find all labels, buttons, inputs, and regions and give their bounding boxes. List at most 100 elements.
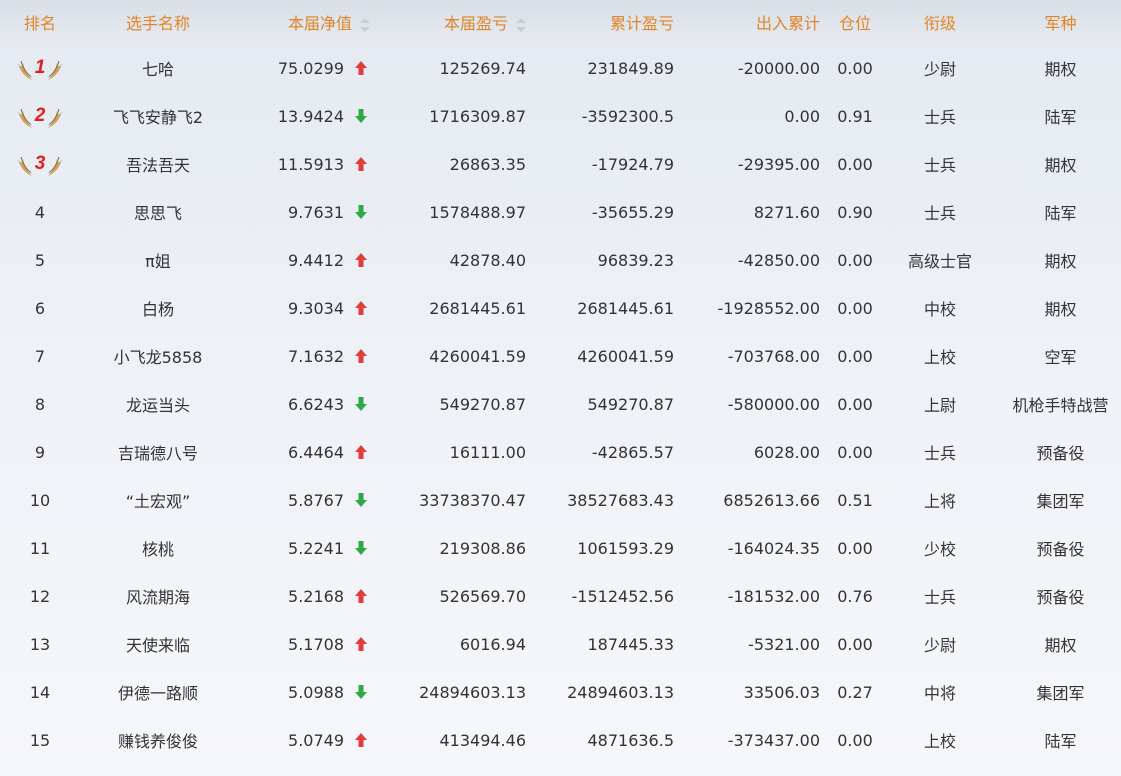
position-cell: 0.27: [837, 682, 873, 702]
nav-value: 7.1632: [288, 346, 344, 366]
cum-pnl-cell: -17924.79: [591, 154, 674, 174]
player-name[interactable]: 核桃: [80, 524, 236, 572]
table-header: 排名 选手名称 本届净值 本届盈亏 累计盈亏 出入累计 仓位 衔级 军种: [0, 0, 1121, 44]
flow-cell: -181532.00: [727, 586, 820, 606]
branch-cell: 期权: [1044, 156, 1077, 175]
table-row[interactable]: 10 “土宏观” 5.8767 33738370.47 38527683.43 68526…: [0, 476, 1121, 524]
nav-cell: 9.4412: [236, 236, 376, 284]
arrow-down-icon: [355, 540, 367, 555]
col-branch: 军种: [1044, 14, 1077, 33]
title-cell: 高级士官: [907, 252, 972, 271]
branch-cell: 集团军: [1036, 492, 1085, 511]
player-name[interactable]: 七哈: [80, 44, 236, 92]
table-row[interactable]: 12 风流期海 5.2168 526569.70 -1512452.56 -181532.…: [0, 572, 1121, 620]
col-pnl-sortable[interactable]: 本届盈亏: [376, 0, 536, 44]
player-name[interactable]: 龙运当头: [80, 380, 236, 428]
nav-value: 9.7631: [288, 202, 344, 222]
title-cell: 少尉: [923, 60, 956, 79]
branch-cell: 机枪手特战营: [1012, 396, 1109, 415]
table-row[interactable]: 6 白杨 9.3034 2681445.61 2681445.61 -1928552.00…: [0, 284, 1121, 332]
col-nav-sortable[interactable]: 本届净值: [236, 0, 376, 44]
flow-cell: -42850.00: [737, 250, 820, 270]
title-cell: 士兵: [923, 444, 956, 463]
flow-cell: -164024.35: [727, 538, 820, 558]
position-cell: 0.76: [837, 586, 873, 606]
position-cell: 0.00: [837, 250, 873, 270]
cum-pnl-cell: 24894603.13: [567, 682, 674, 702]
arrow-up-icon: [355, 732, 367, 747]
pnl-cell: 4260041.59: [429, 346, 526, 366]
branch-cell: 陆军: [1044, 108, 1077, 127]
nav-cell: 9.7631: [236, 188, 376, 236]
table-row[interactable]: 7 小飞龙5858 7.1632 4260041.59 4260041.59 -70376…: [0, 332, 1121, 380]
player-name[interactable]: 风流期海: [80, 572, 236, 620]
title-cell: 中将: [923, 684, 956, 703]
cum-pnl-cell: 4871636.5: [587, 730, 674, 750]
nav-value: 5.8767: [288, 490, 344, 510]
title-cell: 士兵: [923, 156, 956, 175]
table-row[interactable]: 3 吾法吾天 11.5913 26863.35 -17924.79 -29395.00 0.…: [0, 140, 1121, 188]
nav-cell: 7.1632: [236, 332, 376, 380]
player-name[interactable]: 吉瑞德八号: [80, 428, 236, 476]
arrow-down-icon: [355, 204, 367, 219]
sort-icon[interactable]: [360, 17, 370, 32]
flow-cell: -373437.00: [727, 730, 820, 750]
player-name[interactable]: 飞飞安静飞2: [80, 92, 236, 140]
nav-value: 5.2241: [288, 538, 344, 558]
nav-value: 9.3034: [288, 298, 344, 318]
player-name[interactable]: 天使来临: [80, 620, 236, 668]
rank-cell: 1: [0, 44, 80, 92]
player-name[interactable]: 思思飞: [80, 188, 236, 236]
table-row[interactable]: 9 吉瑞德八号 6.4464 16111.00 -42865.57 6028.00 0.00…: [0, 428, 1121, 476]
medal-rank-number: 3: [35, 153, 46, 174]
arrow-up-icon: [355, 60, 367, 75]
table-row[interactable]: 13 天使来临 5.1708 6016.94 187445.33 -5321.00 0.00…: [0, 620, 1121, 668]
player-name[interactable]: 小飞龙5858: [80, 332, 236, 380]
player-name[interactable]: 伊德一路顺: [80, 668, 236, 716]
table-row[interactable]: 1 七哈 75.0299 125269.74 231849.89 -20000.00 0.0…: [0, 44, 1121, 92]
table-row[interactable]: 5 π姐 9.4412 42878.40 96839.23 -42850.00 0.00 高级…: [0, 236, 1121, 284]
nav-value: 5.1708: [288, 634, 344, 654]
nav-value: 5.0749: [288, 730, 344, 750]
flow-cell: -5321.00: [748, 634, 820, 654]
player-name[interactable]: π姐: [80, 236, 236, 284]
player-name[interactable]: 赚钱养俊俊: [80, 716, 236, 764]
sort-icon[interactable]: [516, 17, 526, 32]
pnl-cell: 24894603.13: [419, 682, 526, 702]
flow-cell: -20000.00: [737, 58, 820, 78]
title-cell: 上校: [923, 732, 956, 751]
nav-cell: 11.5913: [236, 140, 376, 188]
cum-pnl-cell: 38527683.43: [567, 490, 674, 510]
table-row[interactable]: 14 伊德一路顺 5.0988 24894603.13 24894603.13 33506…: [0, 668, 1121, 716]
flow-cell: -1928552.00: [717, 298, 820, 318]
branch-cell: 空军: [1044, 348, 1077, 367]
player-name[interactable]: 白杨: [80, 284, 236, 332]
arrow-up-icon: [355, 348, 367, 363]
branch-cell: 期权: [1044, 60, 1077, 79]
table-row[interactable]: 11 核桃 5.2241 219308.86 1061593.29 -164024.35 0…: [0, 524, 1121, 572]
position-cell: 0.00: [837, 346, 873, 366]
pnl-cell: 526569.70: [439, 586, 526, 606]
table-row[interactable]: 2 飞飞安静飞2 13.9424 1716309.87 -3592300.5 0.00 0.…: [0, 92, 1121, 140]
arrow-up-icon: [355, 588, 367, 603]
table-row[interactable]: 8 龙运当头 6.6243 549270.87 549270.87 -580000.00 0…: [0, 380, 1121, 428]
rank-cell: 6: [34, 298, 46, 318]
nav-value: 6.4464: [288, 442, 344, 462]
branch-cell: 集团军: [1036, 684, 1085, 703]
arrow-up-icon: [355, 156, 367, 171]
position-cell: 0.00: [837, 298, 873, 318]
player-name[interactable]: “土宏观”: [80, 476, 236, 524]
pnl-cell: 2681445.61: [429, 298, 526, 318]
title-cell: 士兵: [923, 588, 956, 607]
position-cell: 0.00: [837, 634, 873, 654]
branch-cell: 陆军: [1044, 204, 1077, 223]
table-row[interactable]: 4 思思飞 9.7631 1578488.97 -35655.29 8271.60 0.90…: [0, 188, 1121, 236]
medal-icon: 1: [18, 57, 62, 80]
player-name[interactable]: 吾法吾天: [80, 140, 236, 188]
branch-cell: 期权: [1044, 252, 1077, 271]
table-row[interactable]: 15 赚钱养俊俊 5.0749 413494.46 4871636.5 -373437.0…: [0, 716, 1121, 764]
rank-cell: 14: [29, 682, 51, 702]
nav-cell: 6.6243: [236, 380, 376, 428]
nav-value: 6.6243: [288, 394, 344, 414]
title-cell: 上尉: [923, 396, 956, 415]
